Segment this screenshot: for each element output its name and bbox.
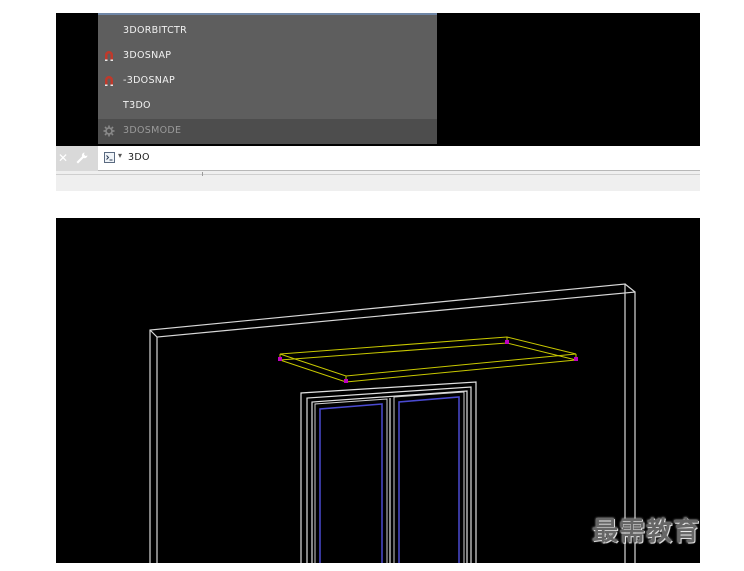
command-prompt-icon[interactable] [104,152,115,163]
autocad-command-area: 3DORBITCTR 3DOSNAP -3DOSNAP T3DO 3DOSMOD… [56,13,700,191]
command-line-bar: ✕ ▾ 3DO [56,146,700,171]
autocomplete-item-label: 3DOSNAP [123,50,172,61]
right-door-leaf [393,391,465,563]
close-icon[interactable]: ✕ [58,151,70,165]
magnet-icon [105,76,113,86]
command-autocomplete-list: 3DORBITCTR 3DOSNAP -3DOSNAP T3DO 3DOSMOD… [98,13,437,144]
wrench-icon[interactable] [75,151,89,165]
command-input[interactable]: ▾ 3DO [98,146,700,171]
wall-outline [149,283,636,563]
autocomplete-item[interactable]: 3DORBITCTR [98,19,437,44]
canopy-slab [279,336,577,383]
magnet-icon [105,51,113,61]
command-history-bar [56,171,700,191]
autocomplete-item-label: 3DOSMODE [123,125,182,136]
command-input-value: 3DO [128,152,150,163]
grip-points [278,340,578,383]
autocomplete-item-label: -3DOSNAP [123,75,176,86]
autocomplete-item[interactable]: 3DOSNAP [98,44,437,69]
autocomplete-item-label: T3DO [123,100,151,111]
command-history-dropdown-icon[interactable]: ▾ [118,151,122,160]
autocomplete-item[interactable]: 3DOSMODE [98,119,437,144]
gear-icon [103,125,115,137]
left-door-leaf [314,398,391,563]
autocomplete-item-label: 3DORBITCTR [123,25,188,36]
watermark: 最需教育 [592,517,701,547]
autocomplete-item[interactable]: T3DO [98,94,437,119]
autocomplete-item[interactable]: -3DOSNAP [98,69,437,94]
